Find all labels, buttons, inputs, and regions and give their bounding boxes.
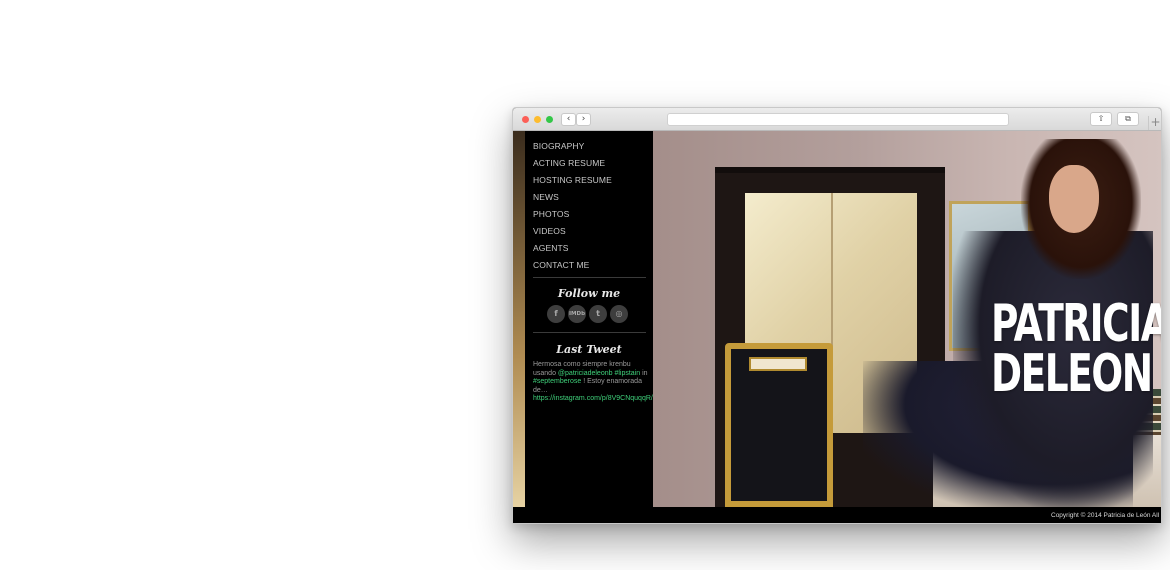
browser-toolbar: ‹ › ⇧ ⧉ +: [513, 108, 1161, 131]
close-window-button[interactable]: [522, 116, 529, 123]
nav-item-agents[interactable]: AGENTS: [533, 241, 612, 258]
maximize-window-button[interactable]: [546, 116, 553, 123]
nav-item-contact-me[interactable]: CONTACT ME: [533, 258, 612, 275]
follow-heading: Follow me: [557, 287, 621, 300]
main-nav: BIOGRAPHY ACTING RESUME HOSTING RESUME N…: [533, 139, 612, 275]
page-content: PATRICIA DELEON BIOGRAPHY ACTING RESUME …: [513, 131, 1162, 507]
chair: [725, 343, 833, 507]
twitter-icon[interactable]: t: [589, 305, 607, 323]
tweet-mention[interactable]: @patriciadeleonb: [558, 370, 613, 377]
tweet-text: Hermosa como siempre krenbu usando @patr…: [533, 361, 653, 404]
hero-title-line2: DELEON: [991, 344, 1153, 404]
forward-button[interactable]: ›: [576, 113, 591, 126]
instagram-icon[interactable]: ◎: [610, 305, 628, 323]
nav-item-videos[interactable]: VIDEOS: [533, 224, 612, 241]
footer: Copyright © 2014 Patricia de León All ri…: [513, 507, 1161, 523]
nav-item-biography[interactable]: BIOGRAPHY: [533, 139, 612, 156]
facebook-icon[interactable]: f: [547, 305, 565, 323]
nav-item-acting-resume[interactable]: ACTING RESUME: [533, 156, 612, 173]
nav-item-news[interactable]: NEWS: [533, 190, 612, 207]
address-bar[interactable]: [667, 113, 1009, 126]
hero-photo: PATRICIA DELEON: [653, 131, 1162, 507]
last-tweet-heading: Last Tweet: [556, 343, 622, 356]
imdb-icon[interactable]: IMDb: [568, 305, 586, 323]
tweet-link[interactable]: https://instagram.com/p/8V9CNquqqR/: [533, 395, 653, 404]
sidebar: BIOGRAPHY ACTING RESUME HOSTING RESUME N…: [525, 131, 653, 507]
background-strip: [513, 131, 525, 507]
social-links: f IMDb t ◎: [547, 305, 628, 323]
divider: [533, 277, 646, 278]
tweet-hashtag[interactable]: #septemberose: [533, 378, 581, 385]
copyright-text: Copyright © 2014 Patricia de León All ri…: [1051, 512, 1161, 519]
hero-title-line1: PATRICIA: [991, 294, 1162, 354]
hero-title: PATRICIA DELEON: [991, 294, 1162, 404]
back-button[interactable]: ‹: [561, 113, 576, 126]
nav-item-photos[interactable]: PHOTOS: [533, 207, 612, 224]
new-tab-button[interactable]: +: [1148, 116, 1161, 130]
tweet-hashtag[interactable]: #lipstain: [614, 370, 640, 377]
divider: [533, 332, 646, 333]
model-face: [1049, 165, 1099, 233]
show-tabs-button[interactable]: ⧉: [1117, 112, 1139, 126]
share-button[interactable]: ⇧: [1090, 112, 1112, 126]
browser-window: ‹ › ⇧ ⧉ + PATRICIA DELEON BIOGRAPHY ACTI…: [512, 107, 1162, 524]
minimize-window-button[interactable]: [534, 116, 541, 123]
nav-item-hosting-resume[interactable]: HOSTING RESUME: [533, 173, 612, 190]
